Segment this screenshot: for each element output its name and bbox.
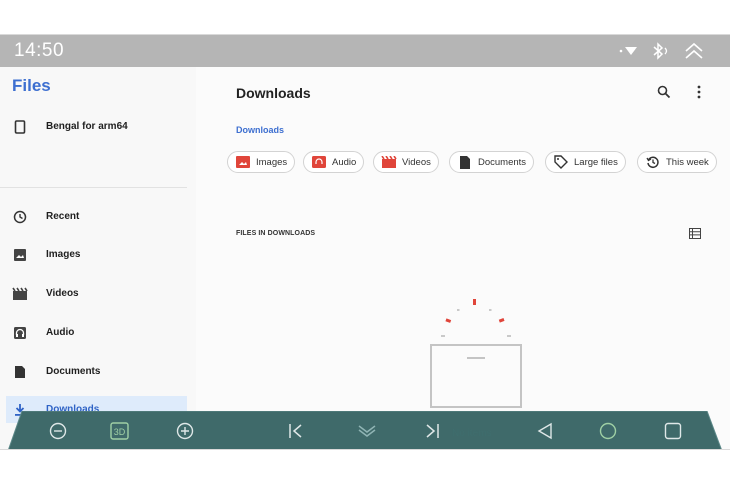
chip-label: Images xyxy=(256,156,288,168)
headphones-icon xyxy=(312,156,326,168)
chip-label: Documents xyxy=(478,156,527,168)
list-view-icon[interactable] xyxy=(689,228,701,239)
sidebar-item-label: Bengal for arm64 xyxy=(46,121,128,132)
main-content: Downloads Downloads Images Audio Videos … xyxy=(196,67,730,449)
history-icon xyxy=(646,156,659,169)
document-icon xyxy=(460,155,470,169)
sidebar-item-label: Audio xyxy=(46,327,75,338)
document-icon xyxy=(15,365,25,378)
sidebar-item-videos[interactable]: Videos xyxy=(6,280,187,307)
drawer-divider xyxy=(0,187,187,188)
chip-videos[interactable]: Videos xyxy=(373,151,439,173)
more-options-icon[interactable] xyxy=(695,84,703,100)
image-icon xyxy=(14,248,26,261)
tag-icon xyxy=(554,155,568,169)
chip-label: This week xyxy=(666,156,709,168)
empty-state-text: No items xyxy=(452,428,492,439)
3d-view-icon[interactable]: 3D xyxy=(110,422,129,440)
chip-documents[interactable]: Documents xyxy=(449,151,535,173)
clock-icon xyxy=(13,210,27,223)
status-clock: 14:50 xyxy=(14,40,65,61)
sidebar-item-label: Recent xyxy=(46,211,80,222)
skip-previous-icon[interactable] xyxy=(288,423,304,439)
sidebar-item-recent[interactable]: Recent xyxy=(6,203,187,230)
image-icon xyxy=(236,156,250,168)
sidebar-item-audio[interactable]: Audio xyxy=(6,319,187,346)
phone-icon xyxy=(14,119,26,134)
breadcrumb[interactable]: Downloads xyxy=(236,125,284,135)
section-label: FILES IN DOWNLOADS xyxy=(236,230,316,237)
chip-label: Large files xyxy=(574,156,618,168)
expand-up-icon[interactable] xyxy=(683,41,705,61)
chevron-down-icon[interactable] xyxy=(357,424,377,438)
recents-icon[interactable] xyxy=(664,422,682,440)
zoom-out-icon[interactable] xyxy=(49,422,67,440)
wifi-icon xyxy=(619,47,637,55)
bluetooth-icon xyxy=(653,42,668,60)
svg-text:3D: 3D xyxy=(114,427,126,437)
sidebar-item-images[interactable]: Images xyxy=(6,241,187,268)
chip-this-week[interactable]: This week xyxy=(637,151,717,173)
empty-folder-illustration xyxy=(430,299,522,408)
video-icon xyxy=(12,287,28,300)
skip-next-icon[interactable] xyxy=(424,423,440,439)
status-bar: 14:50 xyxy=(0,35,730,67)
back-icon[interactable] xyxy=(537,422,553,440)
sidebar-item-label: Images xyxy=(46,249,81,260)
video-icon xyxy=(381,156,397,168)
chip-label: Videos xyxy=(402,156,431,168)
home-icon[interactable] xyxy=(599,422,617,440)
zoom-in-icon[interactable] xyxy=(176,422,194,440)
chip-label: Audio xyxy=(332,156,357,168)
headphones-icon xyxy=(14,326,26,339)
sidebar-item-label: Videos xyxy=(46,288,79,299)
sidebar-item-documents[interactable]: Documents xyxy=(6,358,187,385)
page-title: Downloads xyxy=(236,85,311,101)
sidebar-item-label: Documents xyxy=(46,366,101,377)
device-screen: 14:50 Files Bengal for arm64 Recent Imag… xyxy=(0,34,730,450)
chip-audio[interactable]: Audio xyxy=(303,151,365,173)
system-navigation-bar: 3D xyxy=(0,411,730,449)
app-title: Files xyxy=(12,76,51,95)
chip-large-files[interactable]: Large files xyxy=(545,151,626,173)
sidebar-item-device[interactable]: Bengal for arm64 xyxy=(6,113,187,140)
chip-images[interactable]: Images xyxy=(227,151,296,173)
search-icon[interactable] xyxy=(657,85,671,99)
navigation-drawer: Files Bengal for arm64 Recent Images Vid… xyxy=(0,67,196,449)
